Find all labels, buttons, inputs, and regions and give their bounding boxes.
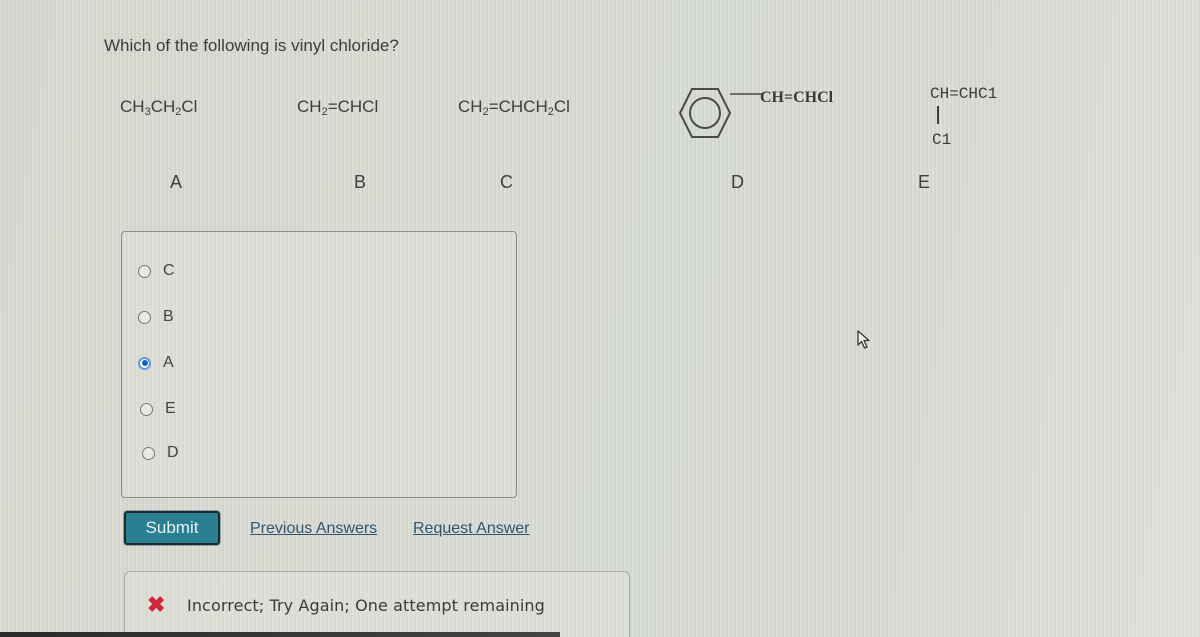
- screen-bezel-edge: [0, 632, 560, 637]
- option-letter-c: C: [500, 172, 513, 192]
- choice-c[interactable]: C: [138, 262, 175, 280]
- choice-d[interactable]: D: [142, 444, 179, 462]
- single-bond-line: [937, 106, 939, 124]
- formula-c: CH2=CHCH2Cl: [458, 97, 570, 118]
- previous-answers-link[interactable]: Previous Answers: [250, 520, 377, 538]
- radio-button[interactable]: [138, 310, 151, 324]
- option-letter-a: A: [170, 172, 183, 192]
- choice-label: E: [165, 400, 176, 417]
- request-answer-link[interactable]: Request Answer: [413, 520, 530, 538]
- formula-part: CH: [150, 97, 176, 116]
- formula-d-substituent: CH=CHCl: [760, 89, 834, 106]
- radio-button[interactable]: [138, 264, 151, 278]
- formula-e-bottom: C1: [932, 131, 952, 149]
- formula-part: =CHCl: [327, 97, 379, 116]
- option-letter-e: E: [918, 172, 931, 192]
- option-letter-d: D: [731, 172, 744, 192]
- feedback-text: Incorrect; Try Again; One attempt remain…: [187, 596, 545, 615]
- radio-button[interactable]: [142, 446, 155, 460]
- formula-part: CH: [297, 97, 322, 116]
- formula-a: CH3CH2Cl: [120, 97, 197, 118]
- choice-a[interactable]: A: [138, 354, 174, 372]
- choice-label: B: [163, 308, 174, 325]
- question-text: Which of the following is vinyl chloride…: [104, 36, 399, 55]
- formula-e-top: CH=CHC1: [930, 85, 998, 103]
- formula-part: CH: [120, 97, 145, 116]
- option-letter-b: B: [354, 172, 367, 192]
- formula-part: CH: [458, 97, 483, 116]
- radio-button-selected[interactable]: [138, 356, 151, 370]
- benzene-ring-icon: [678, 88, 762, 138]
- formula-part: Cl: [553, 97, 570, 116]
- choice-label: C: [163, 262, 175, 279]
- choice-label: A: [163, 354, 174, 371]
- x-icon: ✖: [147, 592, 166, 617]
- radio-button[interactable]: [140, 402, 153, 416]
- choice-label: D: [167, 444, 179, 461]
- formula-part: =CHCH: [488, 97, 548, 116]
- choice-b[interactable]: B: [138, 308, 174, 326]
- answer-choices-group: C B A E D: [121, 231, 517, 498]
- choice-e[interactable]: E: [140, 400, 176, 418]
- feedback-box: ✖ Incorrect; Try Again; One attempt rema…: [124, 571, 630, 637]
- formula-b: CH2=CHCl: [297, 97, 378, 118]
- mouse-pointer-icon: [857, 330, 870, 349]
- submit-button[interactable]: Submit: [123, 510, 221, 546]
- formula-part: Cl: [181, 97, 198, 116]
